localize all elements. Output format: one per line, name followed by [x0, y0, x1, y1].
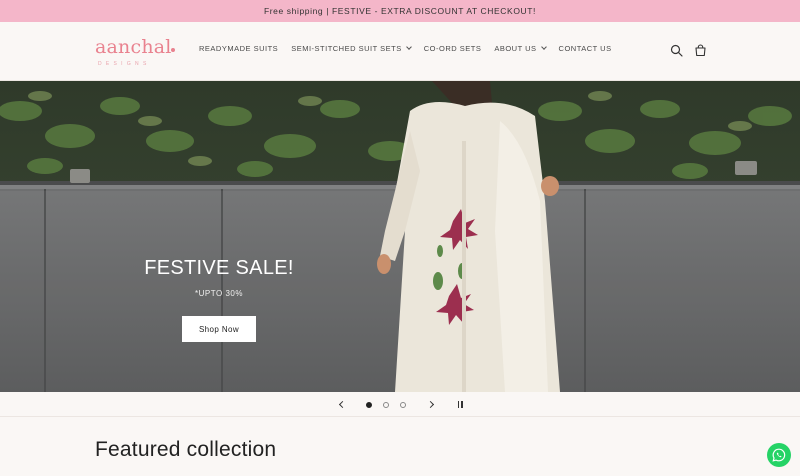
nav-item-readymade-suits[interactable]: READYMADE SUITS	[199, 44, 278, 53]
chevron-right-icon	[426, 400, 434, 409]
shop-now-button[interactable]: Shop Now	[182, 316, 256, 342]
chevron-down-icon	[540, 44, 547, 50]
slide-dot-3[interactable]	[397, 392, 409, 417]
featured-collection-heading: Featured collection	[95, 438, 277, 461]
slide-dot-indicator	[400, 401, 406, 408]
next-slide-button[interactable]	[422, 392, 438, 417]
cart-icon	[694, 43, 706, 56]
site-header: aanchal DESIGNS READYMADE SUITS SEMI-STI…	[0, 22, 800, 81]
nav-item-co-ord-sets[interactable]: CO-ORD SETS	[424, 44, 482, 53]
search-button[interactable]	[666, 38, 686, 62]
nav-item-label: CO-ORD SETS	[423, 44, 482, 53]
slide-dot-indicator	[383, 401, 389, 408]
hero-subtitle: *UPTO 30%	[195, 289, 243, 298]
hero-image	[0, 81, 800, 392]
pause-slideshow-button[interactable]	[452, 392, 468, 417]
chevron-left-icon	[338, 400, 346, 409]
nav-item-semi-stitched-suit-sets[interactable]: SEMI-STITCHED SUIT SETS	[291, 44, 412, 53]
nav-item-label: ABOUT US	[494, 44, 537, 53]
search-icon	[670, 44, 683, 57]
main-nav: READYMADE SUITS SEMI-STITCHED SUIT SETS …	[199, 44, 625, 53]
announcement-bar: Free shipping | FESTIVE - EXTRA DISCOUNT…	[0, 0, 800, 22]
whatsapp-button[interactable]	[767, 443, 791, 467]
whatsapp-icon	[772, 448, 786, 462]
slide-dot-2[interactable]	[380, 392, 392, 417]
nav-item-contact-us[interactable]: CONTACT US	[559, 44, 612, 53]
slide-dot-indicator	[366, 401, 372, 408]
logo-dot	[171, 48, 175, 52]
previous-slide-button[interactable]	[334, 392, 350, 417]
logo[interactable]: aanchal DESIGNS	[95, 36, 180, 70]
nav-item-label: SEMI-STITCHED SUIT SETS	[291, 44, 402, 53]
nav-item-label: CONTACT US	[558, 44, 612, 53]
slideshow-controls	[0, 392, 800, 417]
logo-tagline: DESIGNS	[98, 61, 151, 67]
announcement-text: Free shipping | FESTIVE - EXTRA DISCOUNT…	[263, 6, 537, 16]
cart-button[interactable]	[690, 38, 710, 62]
chevron-down-icon	[405, 44, 412, 50]
hero-content: FESTIVE SALE! *UPTO 30%	[120, 257, 318, 298]
nav-item-about-us[interactable]: ABOUT US	[494, 44, 547, 53]
hero-title: FESTIVE SALE!	[144, 257, 294, 279]
slide-dot-1[interactable]	[363, 392, 375, 417]
nav-item-label: READYMADE SUITS	[199, 44, 279, 53]
hero-slideshow: FESTIVE SALE! *UPTO 30%	[0, 81, 800, 392]
pause-icon	[457, 401, 463, 408]
logo-wordmark: aanchal	[95, 36, 172, 58]
